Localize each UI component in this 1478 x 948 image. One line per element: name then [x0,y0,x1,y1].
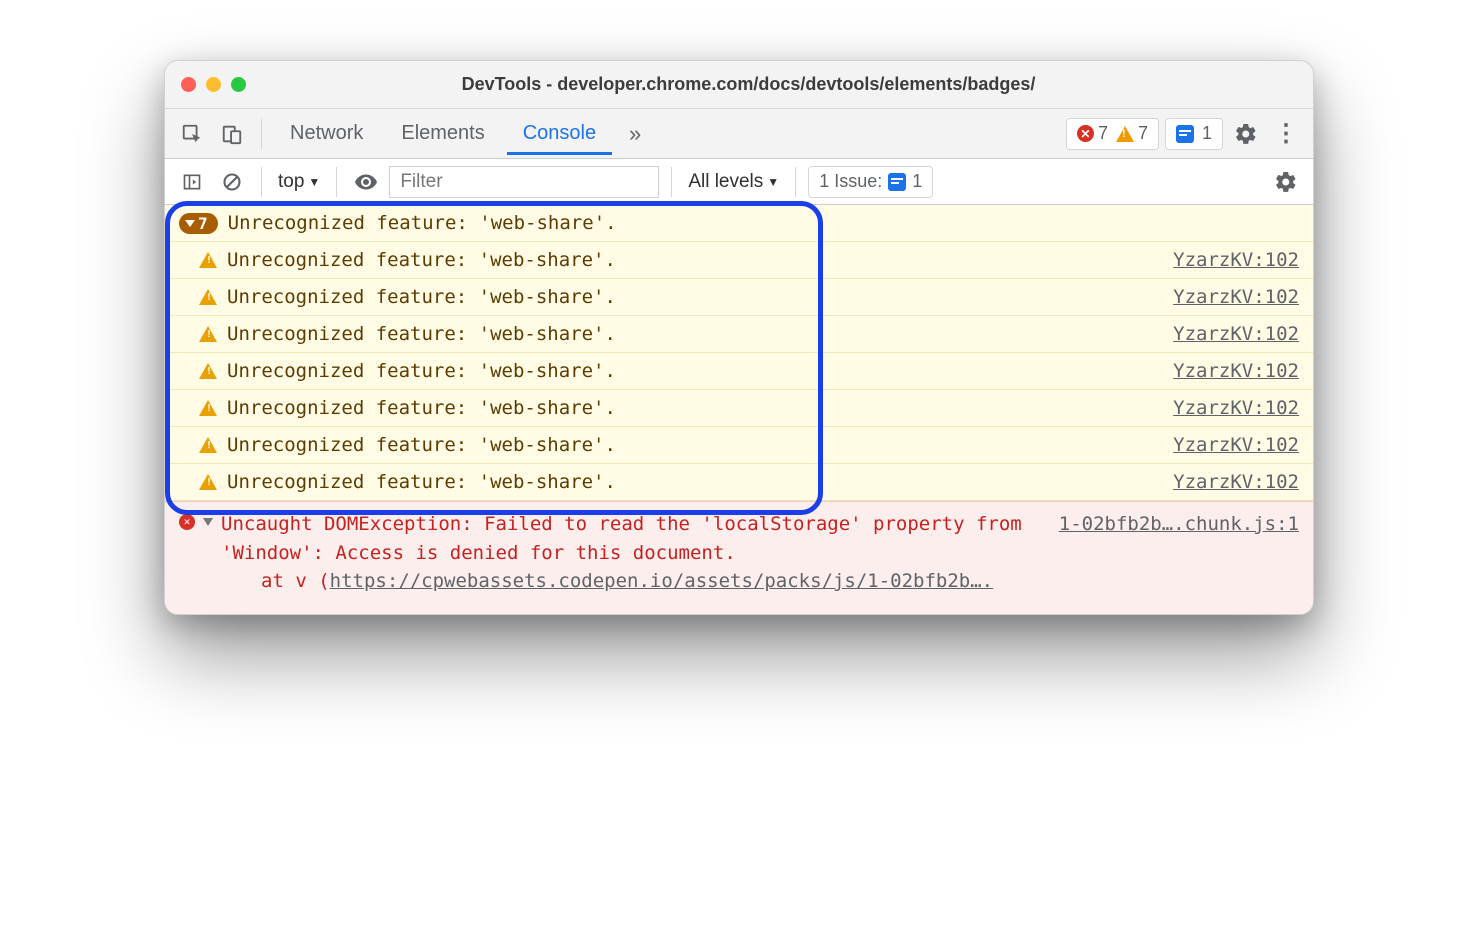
warning-log-entry: Unrecognized feature: 'web-share'. YzarzK… [165,279,1313,316]
warning-icon [199,363,217,379]
live-expression-icon[interactable] [349,165,383,199]
clear-console-icon[interactable] [215,165,249,199]
issue-icon [888,173,906,191]
source-link[interactable]: YzarzKV:102 [1173,434,1299,456]
device-toolbar-icon[interactable] [215,117,249,151]
warning-icon [199,326,217,342]
main-tabs-row: Network Elements Console » ✕ 7 7 1 ⋮ [165,109,1313,159]
stack-trace: at v (https://cpwebassets.codepen.io/ass… [179,567,1299,596]
chevron-down-icon: ▼ [767,175,779,189]
more-tabs-icon[interactable]: » [618,117,652,151]
source-link[interactable]: YzarzKV:102 [1173,397,1299,419]
warning-icon [199,252,217,268]
warning-message: Unrecognized feature: 'web-share'. [227,286,616,308]
separator [261,119,262,149]
close-window-button[interactable] [181,77,196,92]
error-source-link[interactable]: 1-02bfb2b….chunk.js:1 [1059,510,1299,539]
error-log-entry: ✕ Uncaught DOMException: Failed to read … [165,501,1313,614]
warning-log-entry: Unrecognized feature: 'web-share'. YzarzK… [165,464,1313,501]
warning-icon [199,400,217,416]
error-icon: ✕ [1077,125,1094,142]
chevron-down-icon [185,220,195,227]
warning-message: Unrecognized feature: 'web-share'. [227,397,616,419]
context-selector[interactable]: top ▼ [274,171,324,193]
warning-icon [1116,126,1134,142]
settings-icon[interactable] [1229,117,1263,151]
warning-message: Unrecognized feature: 'web-share'. [227,360,616,382]
group-count-badge: 7 [179,213,218,234]
filter-input[interactable] [389,166,659,198]
warning-message: Unrecognized feature: 'web-share'. [227,434,616,456]
warning-group-highlight: 7 Unrecognized feature: 'web-share'. Unr… [165,205,1313,501]
chevron-down-icon: ▼ [308,175,320,189]
devtools-window: DevTools - developer.chrome.com/docs/dev… [164,60,1314,615]
tab-console[interactable]: Console [507,112,612,155]
maximize-window-button[interactable] [231,77,246,92]
log-levels-selector[interactable]: All levels ▼ [684,171,783,193]
inspect-element-icon[interactable] [175,117,209,151]
error-warning-counter[interactable]: ✕ 7 7 [1066,118,1159,150]
separator [336,167,337,197]
error-icon: ✕ [179,514,195,530]
titlebar: DevTools - developer.chrome.com/docs/dev… [165,61,1313,109]
warning-icon [199,437,217,453]
warning-log-entry: Unrecognized feature: 'web-share'. YzarzK… [165,427,1313,464]
stack-trace-link[interactable]: https://cpwebassets.codepen.io/assets/pa… [330,570,993,592]
chevron-down-icon[interactable] [203,518,213,526]
warning-count: 7 [1116,123,1148,144]
source-link[interactable]: YzarzKV:102 [1173,286,1299,308]
kebab-menu-icon[interactable]: ⋮ [1269,117,1303,151]
warning-icon [199,289,217,305]
separator [795,167,796,197]
toggle-sidebar-icon[interactable] [175,165,209,199]
error-message: Uncaught DOMException: Failed to read th… [221,513,1022,564]
warning-log-entry: Unrecognized feature: 'web-share'. YzarzK… [165,353,1313,390]
console-toolbar: top ▼ All levels ▼ 1 Issue: 1 [165,159,1313,205]
error-count: ✕ 7 [1077,123,1108,144]
warning-group-header[interactable]: 7 Unrecognized feature: 'web-share'. [165,205,1313,242]
warning-message: Unrecognized feature: 'web-share'. [227,249,616,271]
source-link[interactable]: YzarzKV:102 [1173,360,1299,382]
tab-network[interactable]: Network [274,112,379,155]
console-settings-icon[interactable] [1269,165,1303,199]
warning-icon [199,474,217,490]
issues-counter[interactable]: 1 [1165,118,1223,150]
separator [671,167,672,197]
group-message: Unrecognized feature: 'web-share'. [228,212,617,234]
source-link[interactable]: YzarzKV:102 [1173,471,1299,493]
warning-log-entry: Unrecognized feature: 'web-share'. YzarzK… [165,316,1313,353]
warning-message: Unrecognized feature: 'web-share'. [227,471,616,493]
issue-icon [1176,125,1194,143]
warning-message: Unrecognized feature: 'web-share'. [227,323,616,345]
issues-button[interactable]: 1 Issue: 1 [808,166,933,198]
source-link[interactable]: YzarzKV:102 [1173,323,1299,345]
source-link[interactable]: YzarzKV:102 [1173,249,1299,271]
separator [261,167,262,197]
warning-log-entry: Unrecognized feature: 'web-share'. YzarzK… [165,390,1313,427]
window-title: DevTools - developer.chrome.com/docs/dev… [270,74,1227,95]
warning-log-entry: Unrecognized feature: 'web-share'. YzarzK… [165,242,1313,279]
minimize-window-button[interactable] [206,77,221,92]
tab-elements[interactable]: Elements [385,112,500,155]
traffic-lights [181,77,246,92]
